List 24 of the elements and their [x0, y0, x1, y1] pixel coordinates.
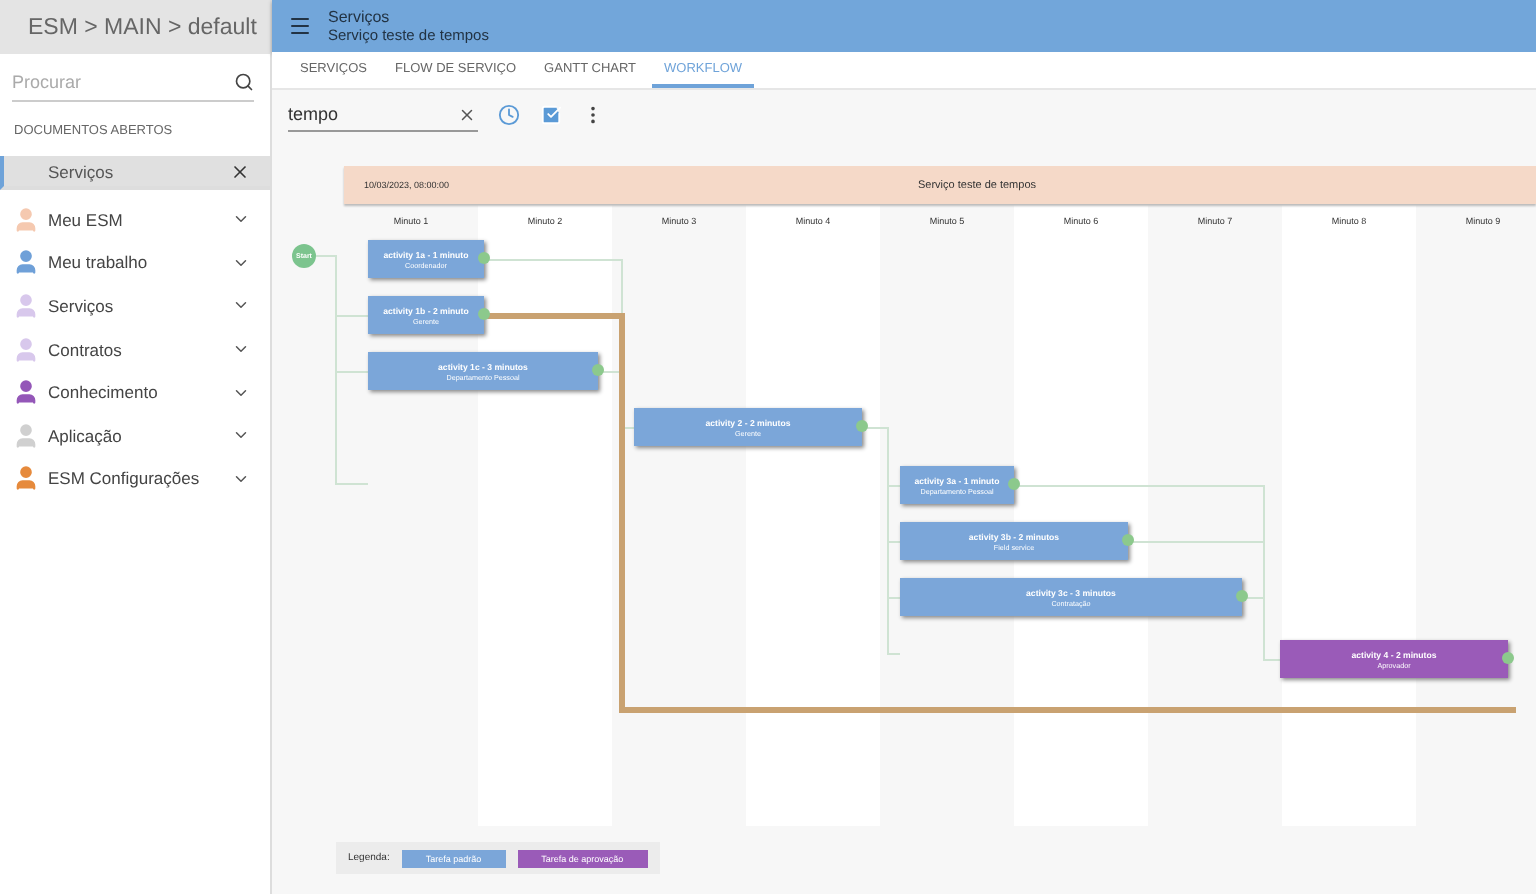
- menu-item[interactable]: ESM Configurações: [0, 457, 270, 501]
- menu-label: Aplicação: [48, 425, 124, 446]
- page-title: Serviços: [328, 8, 392, 26]
- menu-label: Serviços: [48, 295, 116, 316]
- menu-label: Contratos: [48, 339, 124, 360]
- menu-label: Meu ESM: [48, 209, 125, 230]
- menu-item[interactable]: Serviços: [0, 284, 270, 328]
- menu-item[interactable]: Contratos: [0, 327, 270, 371]
- clock-icon[interactable]: [498, 103, 520, 125]
- search-icon[interactable]: [234, 72, 254, 92]
- checkbox-icon[interactable]: [540, 103, 562, 125]
- open-document-tab[interactable]: Serviços: [0, 156, 270, 190]
- menu-label: Conhecimento: [48, 382, 160, 403]
- menu-label: ESM Configurações: [48, 468, 202, 489]
- menu-icon[interactable]: [288, 14, 312, 38]
- search-field[interactable]: Procurar: [12, 62, 254, 102]
- clear-icon[interactable]: [458, 105, 476, 123]
- menu-label: Meu trabalho: [48, 252, 150, 273]
- menu-item[interactable]: Meu trabalho: [0, 241, 270, 285]
- menu-item[interactable]: Meu ESM: [0, 198, 270, 242]
- close-icon[interactable]: [230, 161, 250, 181]
- menu-item[interactable]: Aplicação: [0, 413, 270, 458]
- search-field[interactable]: tempo: [288, 97, 478, 131]
- menu-item[interactable]: Conhecimento: [0, 370, 270, 414]
